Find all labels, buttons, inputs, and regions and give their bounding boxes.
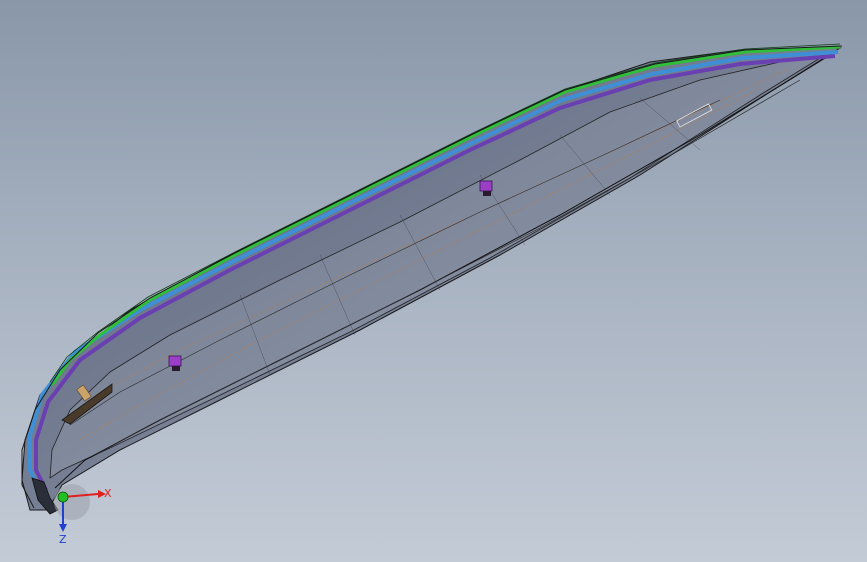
shell-inner-face[interactable] bbox=[49, 54, 826, 479]
triad-origin-shadow bbox=[54, 484, 90, 520]
triad-z-label: Z bbox=[59, 533, 67, 546]
triad-z-arrow-icon bbox=[59, 524, 67, 532]
triad-y-axis-dot bbox=[57, 491, 69, 503]
cad-viewport[interactable]: X Z bbox=[0, 0, 867, 562]
coordinate-triad: X Z bbox=[54, 484, 112, 546]
triad-x-label: X bbox=[104, 487, 112, 500]
shell-part[interactable] bbox=[21, 43, 843, 515]
